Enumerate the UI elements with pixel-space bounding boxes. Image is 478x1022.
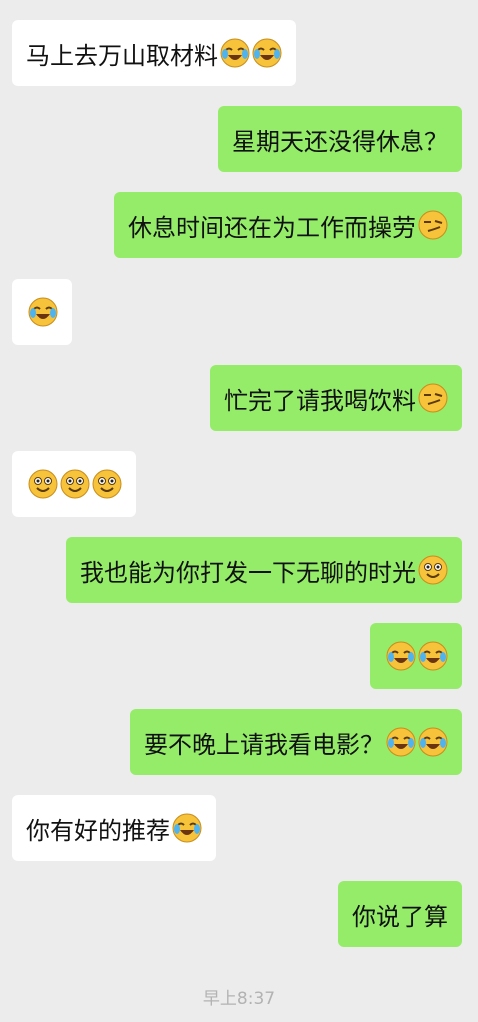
- cry-laugh-emoji-icon: [220, 38, 250, 68]
- cry-laugh-emoji-icon: [172, 813, 202, 843]
- cry-laugh-emoji-icon: [28, 297, 58, 327]
- grin-emoji-icon: [28, 469, 58, 499]
- message-bubble-received[interactable]: 你有好的推荐: [12, 795, 216, 861]
- message-bubble-received[interactable]: 马上去万山取材料: [12, 20, 296, 86]
- cry-laugh-emoji-icon: [418, 641, 448, 671]
- message-bubble-received[interactable]: [12, 279, 72, 345]
- smirk-emoji-icon: [418, 210, 448, 240]
- message-text: 马上去万山取材料: [26, 41, 218, 70]
- cry-laugh-emoji-icon: [386, 727, 416, 757]
- grin-emoji-icon: [418, 555, 448, 585]
- message-bubble-sent[interactable]: 要不晚上请我看电影？: [130, 709, 462, 775]
- message-text: 我也能为你打发一下无聊的时光: [80, 558, 416, 587]
- message-text: 你说了算: [352, 902, 448, 931]
- message-bubble-sent[interactable]: 忙完了请我喝饮料: [210, 365, 462, 431]
- message-text: 星期天还没得休息？: [232, 127, 448, 156]
- message-text: 你有好的推荐: [26, 816, 170, 845]
- chat-conversation: 马上去万山取材料 星期天还没得休息？ 休息时间还在为工作而操劳 忙完了请我喝饮料…: [0, 0, 478, 1022]
- cry-laugh-emoji-icon: [386, 641, 416, 671]
- cry-laugh-emoji-icon: [252, 38, 282, 68]
- message-bubble-sent[interactable]: 休息时间还在为工作而操劳: [114, 192, 462, 258]
- smirk-emoji-icon: [418, 383, 448, 413]
- message-bubble-sent[interactable]: 你说了算: [338, 881, 462, 947]
- message-text: 要不晚上请我看电影？: [144, 730, 384, 759]
- grin-emoji-icon: [92, 469, 122, 499]
- cry-laugh-emoji-icon: [418, 727, 448, 757]
- grin-emoji-icon: [60, 469, 90, 499]
- message-bubble-sent[interactable]: [370, 623, 462, 689]
- message-bubble-sent[interactable]: 我也能为你打发一下无聊的时光: [66, 537, 462, 603]
- message-bubble-sent[interactable]: 星期天还没得休息？: [218, 106, 462, 172]
- message-timestamp: 早上8:37: [202, 989, 276, 1009]
- message-text: 休息时间还在为工作而操劳: [128, 213, 416, 242]
- message-text: 忙完了请我喝饮料: [224, 386, 416, 415]
- message-bubble-received[interactable]: [12, 451, 136, 517]
